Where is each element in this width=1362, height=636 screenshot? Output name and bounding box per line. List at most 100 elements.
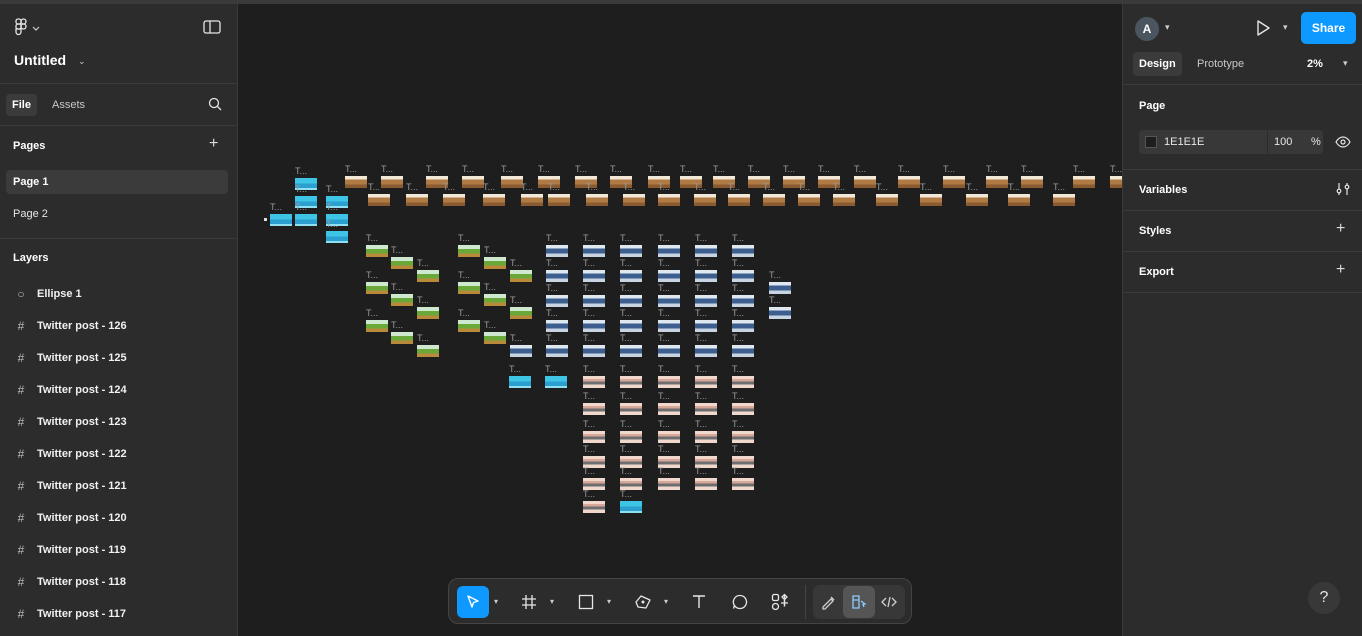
frame-thumbnail[interactable] — [583, 295, 605, 307]
frame-label[interactable]: T... — [510, 334, 522, 343]
frame-thumbnail[interactable] — [484, 332, 506, 344]
frame-thumbnail[interactable] — [854, 176, 876, 188]
frame-thumbnail[interactable] — [583, 320, 605, 332]
frame-label[interactable]: T... — [943, 165, 955, 174]
frame-label[interactable]: T... — [583, 490, 595, 499]
layer-item[interactable]: ○ Ellipse 1 — [14, 282, 81, 306]
frame-label[interactable]: T... — [620, 309, 632, 318]
frame-label[interactable]: T... — [620, 334, 632, 343]
frame-label[interactable]: T... — [620, 234, 632, 243]
frame-label[interactable]: T... — [1008, 183, 1020, 192]
frame-label[interactable]: T... — [326, 220, 338, 229]
frame-thumbnail[interactable] — [583, 376, 605, 388]
frame-thumbnail[interactable] — [545, 376, 567, 388]
frame-thumbnail[interactable] — [658, 345, 680, 357]
frame-thumbnail[interactable] — [769, 282, 791, 294]
frame-label[interactable]: T... — [728, 183, 740, 192]
frame-label[interactable]: T... — [695, 445, 707, 454]
frame-thumbnail[interactable] — [658, 270, 680, 282]
frame-thumbnail[interactable] — [732, 403, 754, 415]
frame-thumbnail[interactable] — [620, 270, 642, 282]
frame-label[interactable]: T... — [658, 183, 670, 192]
frame-label[interactable]: T... — [366, 309, 378, 318]
frame-label[interactable]: T... — [381, 165, 393, 174]
frame-label[interactable]: T... — [484, 283, 496, 292]
frame-label[interactable]: T... — [732, 309, 744, 318]
frame-thumbnail[interactable] — [501, 176, 523, 188]
frame-label[interactable]: T... — [898, 165, 910, 174]
layer-item[interactable]: # Twitter post - 125 — [14, 346, 127, 370]
frame-thumbnail[interactable] — [583, 245, 605, 257]
frame-thumbnail[interactable] — [695, 345, 717, 357]
frame-thumbnail[interactable] — [966, 194, 988, 206]
frame-label[interactable]: T... — [695, 284, 707, 293]
frame-label[interactable]: T... — [417, 334, 429, 343]
frame-label[interactable]: T... — [783, 165, 795, 174]
frame-label[interactable]: T... — [546, 259, 558, 268]
frame-label[interactable]: T... — [920, 183, 932, 192]
frame-label[interactable]: T... — [620, 365, 632, 374]
chevron-down-icon[interactable]: ▾ — [1343, 58, 1348, 69]
tab-assets[interactable]: Assets — [46, 94, 91, 116]
frame-thumbnail[interactable] — [620, 431, 642, 443]
frame-thumbnail[interactable] — [417, 270, 439, 282]
frame-thumbnail[interactable] — [458, 282, 480, 294]
frame-thumbnail[interactable] — [732, 270, 754, 282]
frame-label[interactable]: T... — [583, 420, 595, 429]
frame-label[interactable]: T... — [610, 165, 622, 174]
frame-label[interactable]: T... — [546, 334, 558, 343]
frame-thumbnail[interactable] — [732, 320, 754, 332]
variables-settings-icon[interactable] — [1336, 182, 1350, 201]
layer-item[interactable]: # Twitter post - 121 — [14, 474, 127, 498]
frame-label[interactable]: T... — [769, 296, 781, 305]
chevron-down-icon[interactable]: ▾ — [550, 597, 554, 606]
frame-thumbnail[interactable] — [583, 501, 605, 513]
chevron-down-icon[interactable]: ▾ — [494, 597, 498, 606]
add-page-icon[interactable]: + — [209, 135, 218, 153]
frame-thumbnail[interactable] — [586, 194, 608, 206]
frame-label[interactable]: T... — [732, 392, 744, 401]
frame-label[interactable]: T... — [548, 183, 560, 192]
frame-thumbnail[interactable] — [583, 270, 605, 282]
frame-thumbnail[interactable] — [546, 270, 568, 282]
frame-label[interactable]: T... — [583, 365, 595, 374]
frame-label[interactable]: T... — [695, 467, 707, 476]
frame-label[interactable]: T... — [391, 246, 403, 255]
ellipse-shape[interactable] — [264, 218, 267, 221]
frame-thumbnail[interactable] — [623, 194, 645, 206]
frame-thumbnail[interactable] — [876, 194, 898, 206]
color-swatch[interactable] — [1145, 136, 1157, 148]
layer-item[interactable]: # Twitter post - 117 — [14, 602, 126, 626]
frame-label[interactable]: T... — [538, 165, 550, 174]
frame-thumbnail[interactable] — [295, 214, 317, 226]
tab-design[interactable]: Design — [1133, 52, 1182, 76]
frame-label[interactable]: T... — [695, 259, 707, 268]
search-icon[interactable] — [208, 97, 222, 111]
frame-thumbnail[interactable] — [732, 431, 754, 443]
frame-thumbnail[interactable] — [546, 320, 568, 332]
frame-thumbnail[interactable] — [458, 245, 480, 257]
frame-thumbnail[interactable] — [510, 307, 532, 319]
frame-label[interactable]: T... — [732, 365, 744, 374]
design-canvas[interactable]: T... T... T... T... T... T... T... T... T... T...… — [238, 4, 1122, 636]
frame-label[interactable]: T... — [583, 234, 595, 243]
frame-label[interactable]: T... — [658, 467, 670, 476]
frame-label[interactable]: T... — [443, 183, 455, 192]
page-item-2[interactable]: Page 2 — [6, 202, 228, 226]
frame-thumbnail[interactable] — [986, 176, 1008, 188]
frame-thumbnail[interactable] — [484, 294, 506, 306]
frame-thumbnail[interactable] — [620, 376, 642, 388]
frame-label[interactable]: T... — [732, 334, 744, 343]
file-title[interactable]: Untitled — [14, 52, 66, 68]
frame-thumbnail[interactable] — [270, 214, 292, 226]
frame-label[interactable]: T... — [391, 283, 403, 292]
frame-thumbnail[interactable] — [658, 376, 680, 388]
frame-label[interactable]: T... — [695, 392, 707, 401]
frame-thumbnail[interactable] — [695, 295, 717, 307]
chevron-down-icon[interactable]: ▾ — [1283, 22, 1288, 33]
frame-label[interactable]: T... — [368, 183, 380, 192]
frame-label[interactable]: T... — [658, 309, 670, 318]
frame-thumbnail[interactable] — [620, 403, 642, 415]
frame-thumbnail[interactable] — [510, 270, 532, 282]
frame-label[interactable]: T... — [658, 334, 670, 343]
